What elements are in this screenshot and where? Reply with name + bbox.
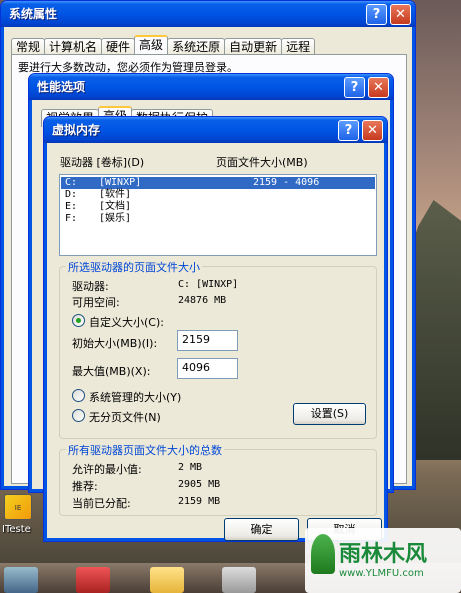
free-space-value: 24876 MB bbox=[178, 295, 227, 306]
drive-label: 驱动器: bbox=[72, 280, 109, 293]
window-title: 系统属性 bbox=[9, 7, 58, 21]
currently-allocated-label: 当前已分配: bbox=[72, 497, 131, 510]
itester-icon: IE bbox=[4, 494, 32, 520]
system-properties-tabs: 常规 计算机名 硬件 高级 系统还原 自动更新 远程 bbox=[11, 35, 316, 56]
max-size-input[interactable]: 4096 bbox=[177, 358, 238, 379]
column-size-header: 页面文件大小(MB) bbox=[216, 156, 308, 169]
currently-allocated-value: 2159 MB bbox=[178, 496, 221, 507]
free-space-label: 可用空间: bbox=[72, 296, 120, 309]
virtual-memory-dialog: 虚拟内存 ? ✕ 驱动器 [卷标](D) 页面文件大小(MB) C: [WINX… bbox=[43, 116, 388, 542]
tab-advanced[interactable]: 高级 bbox=[134, 35, 169, 56]
min-allowed-label: 允许的最小值: bbox=[72, 463, 142, 476]
desktop-icon-label: ITeste bbox=[2, 524, 31, 535]
watermark-title: 雨林木风 bbox=[339, 542, 428, 567]
recommended-value: 2905 MB bbox=[178, 479, 221, 490]
folder-icon[interactable] bbox=[150, 567, 184, 593]
custom-size-label[interactable]: 自定义大小(C): bbox=[89, 314, 164, 330]
help-button[interactable]: ? bbox=[344, 77, 365, 98]
mp3-file-icon[interactable] bbox=[222, 567, 256, 593]
custom-size-radio[interactable] bbox=[72, 314, 85, 327]
virtual-memory-titlebar[interactable]: 虚拟内存 ? ✕ bbox=[44, 117, 387, 143]
min-allowed-value: 2 MB bbox=[178, 462, 203, 473]
virtual-memory-client: 驱动器 [卷标](D) 页面文件大小(MB) C: [WINXP] 2159 -… bbox=[48, 143, 383, 541]
list-item[interactable]: F: [娱乐] bbox=[61, 213, 375, 225]
initial-size-input[interactable]: 2159 bbox=[177, 330, 238, 351]
group-label: 所有驱动器页面文件大小的总数 bbox=[66, 442, 224, 458]
system-managed-radio[interactable] bbox=[72, 389, 85, 402]
total-size-group: 所有驱动器页面文件大小的总数 允许的最小值: 2 MB 推荐: 2905 MB … bbox=[59, 442, 377, 516]
app-icon[interactable] bbox=[76, 567, 110, 593]
set-button[interactable]: 设置(S) bbox=[293, 403, 366, 425]
app-icon[interactable] bbox=[4, 567, 38, 593]
watermark-url: www.YLMFU.com bbox=[339, 568, 424, 579]
list-item[interactable]: E: [文档] bbox=[61, 201, 375, 213]
max-size-label: 最大值(MB)(X): bbox=[72, 365, 151, 378]
drive-list[interactable]: C: [WINXP] 2159 - 4096 D: [软件] E: [文档] F… bbox=[59, 174, 377, 256]
no-paging-file-label[interactable]: 无分页文件(N) bbox=[89, 409, 161, 425]
column-drive-header: 驱动器 [卷标](D) bbox=[60, 156, 145, 169]
drive-value: C: [WINXP] bbox=[178, 279, 239, 290]
window-title: 性能选项 bbox=[37, 80, 86, 94]
dialog-title: 虚拟内存 bbox=[52, 123, 101, 137]
help-button[interactable]: ? bbox=[338, 120, 359, 141]
watermark-logo: 雨林木风 www.YLMFU.com bbox=[305, 528, 461, 593]
performance-options-titlebar[interactable]: 性能选项 ? ✕ bbox=[29, 74, 393, 100]
no-paging-file-radio[interactable] bbox=[72, 409, 85, 422]
initial-size-label: 初始大小(MB)(I): bbox=[72, 337, 158, 350]
system-properties-titlebar[interactable]: 系统属性 ? ✕ bbox=[1, 1, 415, 27]
logo-tree-icon bbox=[311, 534, 335, 574]
close-button[interactable]: ✕ bbox=[390, 4, 411, 25]
system-managed-label[interactable]: 系统管理的大小(Y) bbox=[89, 389, 181, 405]
close-button[interactable]: ✕ bbox=[368, 77, 389, 98]
selected-drive-group: 所选驱动器的页面文件大小 驱动器: C: [WINXP] 可用空间: 24876… bbox=[59, 259, 377, 439]
desktop-icon-itester[interactable]: IE ITeste bbox=[2, 494, 36, 542]
help-button[interactable]: ? bbox=[366, 4, 387, 25]
recommended-label: 推荐: bbox=[72, 480, 98, 493]
ok-button[interactable]: 确定 bbox=[224, 518, 299, 541]
group-label: 所选驱动器的页面文件大小 bbox=[66, 259, 202, 275]
close-button[interactable]: ✕ bbox=[362, 120, 383, 141]
list-item[interactable]: D: [软件] bbox=[61, 189, 375, 201]
list-item[interactable]: C: [WINXP] 2159 - 4096 bbox=[61, 177, 375, 189]
